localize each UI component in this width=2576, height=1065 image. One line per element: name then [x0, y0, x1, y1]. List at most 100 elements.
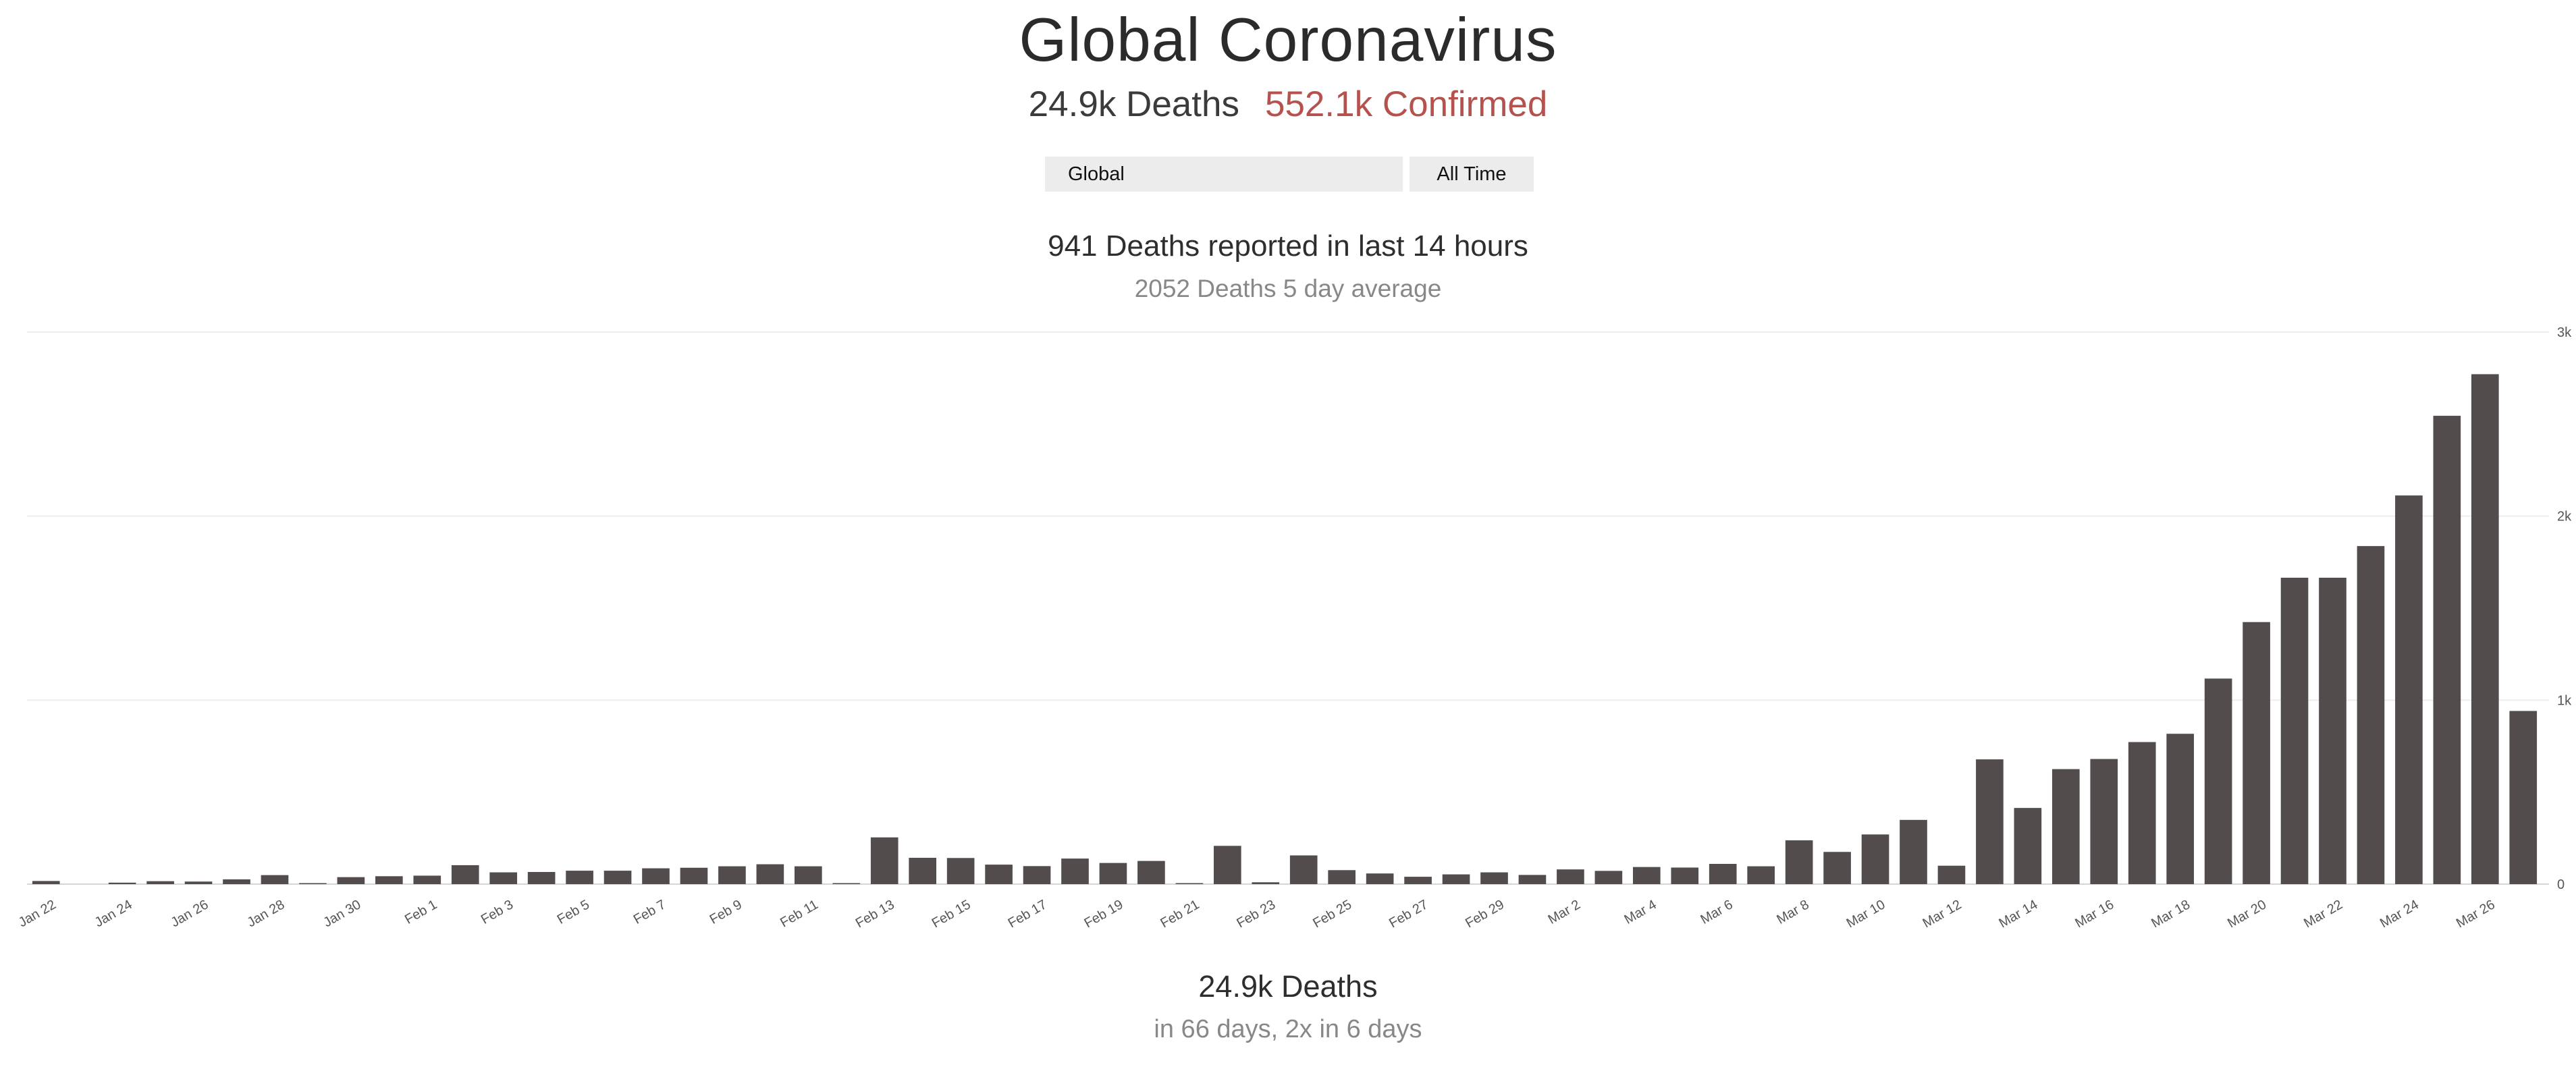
x-tick-label-feb-23: Feb 23 — [1234, 897, 1278, 931]
x-tick-label-jan-28: Jan 28 — [244, 897, 287, 930]
bar-mar-7 — [1747, 866, 1775, 884]
bar-feb-19 — [1099, 863, 1127, 884]
bar-feb-16 — [985, 865, 1013, 884]
bar-mar-17 — [2128, 742, 2156, 884]
bar-mar-9 — [1823, 852, 1851, 884]
x-tick-label-mar-4: Mar 4 — [1622, 897, 1659, 927]
chart-bars — [32, 374, 2538, 884]
bar-mar-24 — [2395, 495, 2423, 884]
bar-mar-12 — [1937, 865, 1966, 884]
x-tick-label-feb-5: Feb 5 — [555, 897, 592, 927]
bar-jan-28 — [261, 875, 289, 884]
bar-mar-6 — [1709, 864, 1737, 884]
bar-feb-3 — [489, 872, 518, 884]
x-tick-label-feb-11: Feb 11 — [778, 897, 821, 930]
total-confirmed: 552.1k Confirmed — [1264, 84, 1548, 124]
bar-jan-30 — [337, 877, 365, 884]
bar-mar-10 — [1861, 834, 1889, 884]
x-tick-label-mar-6: Mar 6 — [1698, 897, 1735, 927]
bar-mar-20 — [2243, 622, 2270, 884]
bar-feb-11 — [794, 866, 822, 884]
bar-jan-26 — [184, 881, 213, 884]
time-period-select[interactable]: All Time — [1410, 157, 1534, 192]
bar-jan-25 — [146, 881, 174, 884]
bar-feb-13 — [870, 837, 898, 884]
bar-mar-8 — [1785, 840, 1813, 884]
bar-feb-21 — [1175, 883, 1204, 884]
x-tick-label-mar-18: Mar 18 — [2149, 897, 2193, 931]
bar-mar-25 — [2433, 416, 2461, 884]
bar-feb-4 — [527, 872, 556, 884]
recent-deaths-text: 941 Deaths reported in last 14 hours — [1048, 229, 1528, 263]
bar-jan-29 — [299, 883, 327, 884]
bar-mar-26 — [2471, 374, 2499, 884]
bar-feb-29 — [1480, 872, 1508, 884]
page-title: Global Coronavirus — [1019, 6, 1557, 74]
bar-feb-8 — [680, 867, 708, 884]
x-tick-label-mar-16: Mar 16 — [2072, 897, 2116, 931]
bar-feb-22 — [1213, 846, 1241, 884]
bar-feb-17 — [1023, 866, 1051, 884]
bar-mar-22 — [2319, 578, 2346, 884]
x-tick-label-feb-19: Feb 19 — [1082, 897, 1126, 931]
x-tick-label-feb-13: Feb 13 — [853, 897, 897, 931]
bar-feb-26 — [1366, 873, 1394, 884]
footer-total-deaths: 24.9k Deaths — [1198, 969, 1378, 1004]
x-tick-label-feb-15: Feb 15 — [930, 897, 973, 931]
x-tick-label-feb-9: Feb 9 — [707, 897, 745, 927]
average-deaths-text: 2052 Deaths 5 day average — [1134, 275, 1442, 302]
total-deaths: 24.9k Deaths — [1028, 84, 1239, 124]
x-tick-label-feb-17: Feb 17 — [1006, 897, 1050, 931]
x-tick-label-feb-27: Feb 27 — [1387, 897, 1430, 931]
bar-mar-14 — [2014, 808, 2042, 884]
x-tick-label-mar-26: Mar 26 — [2454, 897, 2498, 931]
bar-feb-9 — [718, 866, 746, 884]
x-tick-label-jan-26: Jan 26 — [169, 897, 211, 930]
bar-feb-2 — [451, 865, 479, 884]
bar-mar-16 — [2090, 759, 2118, 884]
bar-feb-12 — [832, 883, 861, 884]
x-tick-label-jan-30: Jan 30 — [321, 897, 363, 930]
bar-mar-23 — [2357, 546, 2385, 884]
x-axis: Jan 22 Jan 24 Jan 26 Jan 28 Jan 30 Feb 1 Feb 3… — [16, 897, 2498, 931]
bar-mar-4 — [1632, 867, 1661, 884]
x-tick-label-mar-2: Mar 2 — [1546, 897, 1583, 927]
bar-feb-27 — [1404, 877, 1432, 884]
bar-mar-21 — [2280, 578, 2309, 884]
bar-jan-22 — [32, 881, 60, 884]
bar-mar-15 — [2051, 769, 2080, 884]
x-tick-label-feb-1: Feb 1 — [402, 897, 439, 927]
x-tick-label-mar-20: Mar 20 — [2225, 897, 2269, 931]
bar-feb-14 — [909, 858, 937, 884]
bar-feb-15 — [946, 858, 975, 884]
x-tick-label-feb-29: Feb 29 — [1463, 897, 1507, 931]
bar-feb-23 — [1252, 882, 1280, 884]
footer-growth-text: in 66 days, 2x in 6 days — [1154, 1015, 1422, 1043]
x-tick-label-mar-10: Mar 10 — [1844, 897, 1888, 931]
bar-feb-18 — [1061, 858, 1089, 884]
bar-feb-7 — [642, 868, 670, 884]
region-select[interactable]: Global — [1045, 157, 1403, 192]
bar-mar-1 — [1518, 875, 1547, 884]
bar-mar-3 — [1594, 871, 1623, 884]
x-tick-label-mar-14: Mar 14 — [1996, 897, 2040, 931]
bar-jan-24 — [108, 882, 136, 884]
bar-feb-6 — [603, 871, 632, 884]
bar-feb-24 — [1289, 855, 1318, 884]
deaths-bar-chart: 0 1k 2k 3k Jan 22 Jan 24 Jan 26 Jan 28 Jan 30 Fe… — [16, 325, 2572, 931]
bar-feb-25 — [1328, 870, 1356, 884]
bar-feb-10 — [756, 864, 784, 884]
bar-mar-11 — [1900, 819, 1927, 884]
x-tick-label-jan-24: Jan 24 — [92, 897, 135, 930]
bar-mar-2 — [1557, 869, 1584, 884]
bar-mar-19 — [2204, 678, 2232, 884]
y-tick-label: 3k — [2557, 325, 2572, 340]
y-tick-label: 2k — [2557, 510, 2572, 524]
bar-mar-27 — [2509, 711, 2538, 884]
bar-mar-5 — [1671, 867, 1699, 884]
bar-jan-31 — [375, 876, 403, 884]
bar-feb-28 — [1442, 874, 1470, 884]
bar-mar-13 — [1976, 759, 2004, 884]
bar-feb-1 — [413, 875, 441, 884]
x-tick-label-feb-25: Feb 25 — [1310, 897, 1354, 931]
